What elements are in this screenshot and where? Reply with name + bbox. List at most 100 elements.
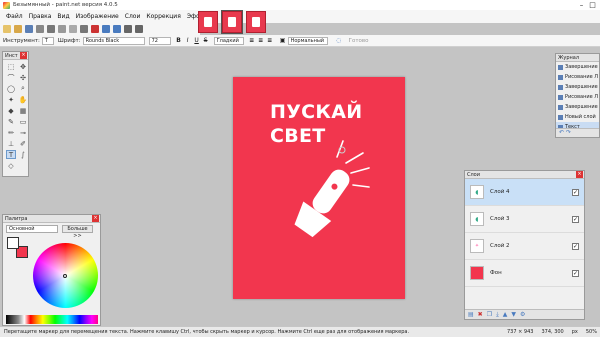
move-down-icon[interactable]: ▼ xyxy=(511,311,516,318)
close-icon[interactable]: × xyxy=(20,52,27,59)
redo-icon[interactable] xyxy=(113,25,121,33)
italic-button[interactable]: I xyxy=(184,37,192,44)
history-item[interactable]: Рисование Л xyxy=(556,92,599,102)
fill-mode-icon[interactable]: ▣ xyxy=(279,37,287,44)
palette-color-strip[interactable] xyxy=(6,315,98,324)
rect-select-icon[interactable]: ⬚ xyxy=(6,62,16,71)
gradient-icon[interactable]: ▦ xyxy=(18,106,28,115)
clone-stamp-icon[interactable]: ⊥ xyxy=(6,139,16,148)
window-title: Безымянный - paint.net версия 4.0.5 xyxy=(13,2,118,8)
save-icon[interactable] xyxy=(25,25,33,33)
zoom-icon[interactable]: ⌕ xyxy=(18,84,28,93)
more-colors-button[interactable]: Больше >> xyxy=(62,225,93,239)
bold-button[interactable]: B xyxy=(175,37,183,44)
undo-icon[interactable]: ↶ xyxy=(559,129,564,136)
add-layer-icon[interactable]: ▤ xyxy=(468,311,474,318)
menu-view[interactable]: Вид xyxy=(54,13,72,20)
layer-row[interactable]: ✦ Слой 2 ✓ xyxy=(465,233,584,260)
color-wheel-cursor[interactable] xyxy=(63,274,67,278)
text-tool-icon[interactable]: T xyxy=(6,150,16,159)
line-icon xyxy=(558,94,563,100)
history-item[interactable]: Рисование Л xyxy=(556,72,599,82)
antialias-dropdown[interactable]: Гладкий xyxy=(213,36,244,45)
layers-title: Слои xyxy=(467,172,480,178)
menu-file[interactable]: Файл xyxy=(3,13,26,20)
menu-image[interactable]: Изображение xyxy=(73,13,122,20)
font-dropdown[interactable]: Rounds Black xyxy=(82,36,145,45)
units-dropdown[interactable]: px xyxy=(572,327,578,337)
color-mode-dropdown[interactable]: Основной xyxy=(6,225,58,233)
history-item[interactable]: Завершение xyxy=(556,62,599,72)
minimize-button[interactable]: – xyxy=(576,0,587,10)
selection-mode-icon[interactable]: ◌ xyxy=(335,37,343,44)
align-left-icon[interactable]: ≡ xyxy=(248,37,256,44)
delete-layer-icon[interactable]: ✖ xyxy=(478,311,483,318)
font-size-dropdown[interactable]: 72 xyxy=(148,36,171,45)
image-tab-3[interactable] xyxy=(246,11,266,33)
image-canvas[interactable]: ПУСКАЙ СВЕТ xyxy=(233,77,405,299)
crop-icon[interactable] xyxy=(80,25,88,33)
history-item[interactable]: Завершение xyxy=(556,82,599,92)
undo-icon[interactable] xyxy=(102,25,110,33)
layer-row[interactable]: Фон ✓ xyxy=(465,260,584,287)
new-icon[interactable] xyxy=(3,25,11,33)
layer-visibility-checkbox[interactable]: ✓ xyxy=(572,215,579,223)
lasso-icon[interactable]: ⌒ xyxy=(6,73,16,82)
underline-button[interactable]: U xyxy=(193,37,201,44)
finish-button[interactable]: Готово xyxy=(349,38,369,44)
layer-properties-icon[interactable]: ⚙ xyxy=(520,311,525,318)
palette-header: Палитра × xyxy=(3,215,100,223)
menu-adjustments[interactable]: Коррекция xyxy=(143,13,183,20)
paste-icon[interactable] xyxy=(69,25,77,33)
shapes-icon[interactable]: ◇ xyxy=(6,161,16,170)
merge-layer-icon[interactable]: ⤓ xyxy=(496,311,499,319)
layer-visibility-checkbox[interactable]: ✓ xyxy=(572,242,579,250)
layer-visibility-checkbox[interactable]: ✓ xyxy=(572,188,579,196)
text-finish-icon xyxy=(558,64,563,70)
move-up-icon[interactable]: ▲ xyxy=(503,311,508,318)
palette-title: Палитра xyxy=(5,216,28,222)
brush-icon[interactable]: ✎ xyxy=(6,117,16,126)
menu-layers[interactable]: Слои xyxy=(122,13,144,20)
cut-icon[interactable] xyxy=(47,25,55,33)
layer-row[interactable]: ◖ Слой 4 ✓ xyxy=(465,179,584,206)
eraser-icon[interactable]: ▭ xyxy=(18,117,28,126)
layer-visibility-checkbox[interactable]: ✓ xyxy=(572,269,579,277)
close-icon[interactable]: × xyxy=(92,215,99,222)
blend-mode-dropdown[interactable]: Нормальный xyxy=(287,36,328,45)
strikethrough-button[interactable]: S xyxy=(202,37,210,44)
color-picker-icon[interactable]: ⊸ xyxy=(18,128,28,137)
close-icon[interactable]: × xyxy=(576,171,583,178)
move-icon[interactable]: ✥ xyxy=(18,62,28,71)
move-selection-icon[interactable]: ✣ xyxy=(18,73,28,82)
grid-icon[interactable] xyxy=(124,25,132,33)
line-curve-icon[interactable]: ∫ xyxy=(18,150,28,159)
pan-icon[interactable]: ✋ xyxy=(18,95,28,104)
tools-panel-title: Инст xyxy=(5,53,18,59)
align-center-icon[interactable]: ≡ xyxy=(257,37,265,44)
ellipse-select-icon[interactable]: ◯ xyxy=(6,84,16,93)
history-item[interactable]: Новый слой xyxy=(556,112,599,122)
print-icon[interactable] xyxy=(36,25,44,33)
zoom-level[interactable]: 50% xyxy=(586,327,597,337)
deselect-icon[interactable] xyxy=(91,25,99,33)
duplicate-layer-icon[interactable]: ❐ xyxy=(487,311,492,318)
settings-icon[interactable] xyxy=(135,25,143,33)
redo-icon[interactable]: ↷ xyxy=(566,129,571,136)
copy-icon[interactable] xyxy=(58,25,66,33)
align-right-icon[interactable]: ≡ xyxy=(266,37,274,44)
layer-row[interactable]: ◖ Слой 3 ✓ xyxy=(465,206,584,233)
magic-wand-icon[interactable]: ✦ xyxy=(6,95,16,104)
recolor-icon[interactable]: ✐ xyxy=(18,139,28,148)
pencil-icon[interactable]: ✏ xyxy=(6,128,16,137)
menu-edit[interactable]: Правка xyxy=(26,13,55,20)
open-icon[interactable] xyxy=(14,25,22,33)
maximize-button[interactable]: □ xyxy=(587,0,598,10)
color-wheel[interactable] xyxy=(33,243,98,308)
history-item[interactable]: Завершение xyxy=(556,102,599,112)
image-tab-1[interactable] xyxy=(198,11,218,33)
tool-selector[interactable]: T xyxy=(41,36,54,45)
paint-bucket-icon[interactable]: ◆ xyxy=(6,106,16,115)
primary-color-swatch[interactable] xyxy=(7,237,19,249)
image-tab-2[interactable] xyxy=(221,10,243,34)
